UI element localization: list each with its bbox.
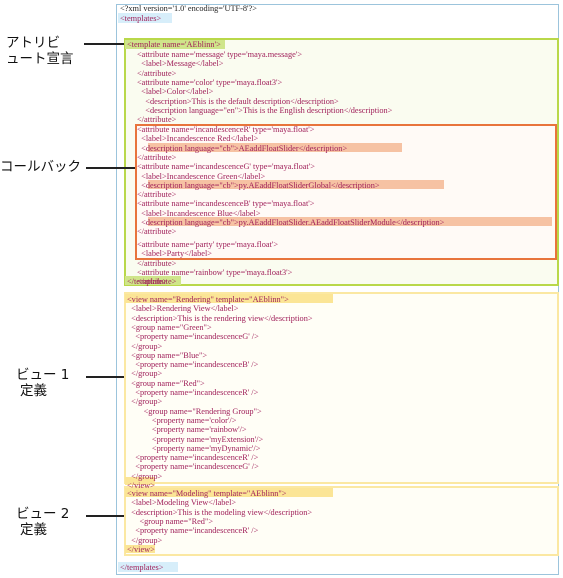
label-view1-line1: ビュー 1 — [16, 367, 70, 383]
code-line-view1: <property name='myExtension'/> — [127, 434, 264, 444]
code-line-attribute: <attribute name='party' type='maya.float… — [137, 240, 279, 249]
code-line-callback: </attribute> — [137, 152, 177, 162]
code-line-callback: </attribute> — [137, 190, 177, 200]
code-line-view1: </group> — [127, 471, 163, 481]
code-line-view2: <description>This is the modeling view</… — [127, 507, 313, 517]
code-line-callback: <description language="cb">AEaddFloatSli… — [137, 143, 348, 153]
code-line-view1: <group name="Green"> — [127, 322, 212, 332]
template-close-tag: </template> — [127, 277, 168, 286]
code-line-view1: <view name="Rendering" template="AEblinn… — [127, 295, 289, 304]
label-attribute-decl-line1: アトリビ — [6, 35, 60, 51]
code-line-attribute: </attribute> — [137, 258, 177, 268]
templates-close-tag: </templates> — [120, 563, 164, 572]
code-line-attribute: <attribute name='color' type='maya.float… — [137, 77, 283, 87]
code-line-callback: <label>Incandescence Blue</label> — [137, 208, 261, 218]
code-line-callback: <label>Incandescence Red</label> — [137, 134, 259, 144]
view2-leader-line — [86, 515, 124, 517]
code-line-callback: <label>Incandescence Green</label> — [137, 171, 266, 181]
code-line-view2: <property name='incandescenceR' /> — [127, 526, 259, 536]
code-line-view1: </group> — [127, 341, 163, 351]
code-line-view1: <property name='incandescenceR' /> — [127, 388, 259, 397]
template-open-tag: <template name='AEblinn'> — [127, 40, 221, 49]
code-line-view1: <property name='rainbow'/> — [127, 425, 247, 435]
code-line-callback: <attribute name='incandescenceB' type='m… — [137, 199, 315, 209]
code-line-attribute: </attribute> — [137, 115, 177, 125]
code-line-attribute: <label>Color</label> — [137, 87, 214, 97]
label-view1-line2: 定義 — [20, 383, 47, 399]
code-line-attribute: <label>Message</label> — [137, 59, 224, 69]
callback-leader-line — [86, 167, 135, 169]
code-line-callback: </attribute> — [137, 227, 177, 237]
view1-leader-line — [86, 376, 124, 378]
code-line-view1: <property name='color'/> — [127, 415, 237, 425]
code-line-view2: </group> — [127, 535, 163, 545]
code-line-attribute: <description>This is the default descrip… — [137, 96, 339, 106]
label-attribute-decl-line2: ュート宣言 — [6, 51, 74, 67]
label-view2-line2: 定義 — [20, 522, 47, 538]
code-line-view2: <label>Modeling View</label> — [127, 498, 237, 508]
code-line-view1: <property name='incandescenceR' /> — [127, 453, 259, 463]
code-line-view1: </group> — [127, 369, 163, 379]
code-line-view2: <group name="Red"> — [127, 516, 214, 526]
code-line-attribute: <attribute name='message' type='maya.mes… — [137, 50, 302, 59]
code-line-view1: <label>Rendering View</label> — [127, 304, 239, 314]
code-line-view1: <group name="Blue"> — [127, 350, 208, 360]
code-line-view1: <property name='incandescenceG' /> — [127, 332, 259, 342]
label-callback: コールバック — [0, 159, 81, 175]
attribute-decl-leader-line — [84, 43, 124, 45]
label-view2-line1: ビュー 2 — [16, 506, 70, 522]
code-line-attribute: </attribute> — [137, 68, 177, 78]
code-line-view1: <property name='incandescenceG' /> — [127, 462, 259, 472]
code-line-view1: <property name='incandescenceB' /> — [127, 360, 259, 370]
code-line-view1: </group> — [127, 397, 163, 407]
code-line-callback: <attribute name='incandescenceR' type='m… — [137, 125, 315, 134]
code-line-view1: <description>This is the rendering view<… — [127, 313, 313, 323]
code-line-callback: <description language="cb">py.AEaddFloat… — [137, 218, 445, 227]
code-line-callback: <attribute name='incandescenceG' type='m… — [137, 162, 315, 172]
code-line-view1: <group name="Red"> — [127, 378, 205, 388]
code-line-view2: <view name="Modeling" template="AEblinn"… — [127, 489, 287, 498]
code-line-attribute: <label>Party</label> — [137, 249, 212, 259]
code-line-attribute: <attribute name='rainbow' type='maya.flo… — [137, 267, 293, 277]
code-line-view2: </view> — [127, 544, 155, 554]
templates-open-tag: <templates> — [120, 14, 162, 23]
code-line-attribute: <description language="en">This is the E… — [137, 105, 393, 115]
xml-declaration: <?xml version='1.0' encoding='UTF-8'?> — [120, 4, 257, 13]
code-line-callback: <description language="cb">py.AEaddFloat… — [137, 180, 380, 190]
code-line-view1: <property name='myDynamic'/> — [127, 443, 261, 453]
code-line-view1: <group name="Rendering Group"> — [127, 406, 262, 416]
